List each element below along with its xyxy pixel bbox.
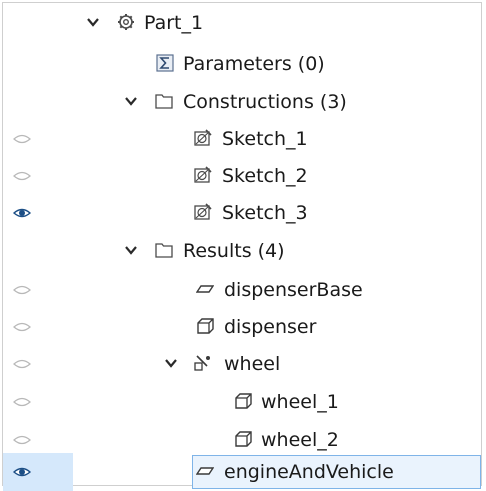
visibility-cell[interactable] — [3, 308, 73, 346]
chevron-down-icon[interactable] — [124, 95, 138, 107]
tree-row-parameters[interactable]: Parameters (0) — [3, 45, 481, 83]
tree-row-results[interactable]: Results (4) — [3, 232, 481, 270]
visibility-cell[interactable] — [3, 345, 73, 383]
chevron-down-icon[interactable] — [124, 244, 138, 256]
sketch-icon — [194, 166, 212, 183]
face-icon — [196, 467, 214, 475]
sketch-icon — [194, 203, 212, 220]
chevron-down-icon[interactable] — [164, 357, 178, 369]
tree-label-parameters: Parameters (0) — [183, 53, 325, 75]
tree-label-sketch-3: Sketch_3 — [222, 202, 308, 224]
tree-row-wheel-1[interactable]: wheel_1 — [3, 383, 481, 421]
tree-label-constructions: Constructions (3) — [183, 91, 347, 113]
eye-visible-icon[interactable] — [12, 207, 32, 219]
eye-hidden-icon[interactable] — [12, 321, 32, 333]
tree-row-sketch-1[interactable]: Sketch_1 — [3, 120, 481, 158]
visibility-cell[interactable] — [3, 194, 73, 232]
tree-row-sketch-2[interactable]: Sketch_2 — [3, 157, 481, 195]
solid-icon — [235, 393, 252, 409]
chevron-down-icon[interactable] — [86, 16, 100, 28]
folder-icon — [155, 94, 173, 109]
visibility-cell[interactable] — [3, 453, 73, 491]
sigma-icon — [156, 54, 174, 72]
solid-icon — [235, 431, 252, 447]
tree-row-dispenserbase[interactable]: dispenserBase — [3, 271, 481, 309]
tree-row-part[interactable]: Part_1 — [3, 4, 481, 42]
solid-icon — [197, 318, 214, 334]
gear-icon — [118, 14, 134, 30]
tree-row-sketch-3[interactable]: Sketch_3 — [3, 194, 481, 232]
eye-hidden-icon[interactable] — [12, 284, 32, 296]
tree-label-wheel-2: wheel_2 — [261, 429, 339, 451]
tree-label-part: Part_1 — [144, 12, 204, 34]
tree-row-wheel[interactable]: wheel — [3, 345, 481, 383]
visibility-cell[interactable] — [3, 383, 73, 421]
tree-label-wheel: wheel — [224, 353, 281, 375]
tree-label-dispenserbase: dispenserBase — [224, 279, 363, 301]
face-icon — [196, 285, 214, 293]
tree-label-sketch-1: Sketch_1 — [222, 128, 308, 150]
tree-label-sketch-2: Sketch_2 — [222, 165, 308, 187]
tree-label-dispenser: dispenser — [224, 316, 317, 338]
tree-row-engineandvehicle[interactable]: engineAndVehicle — [3, 453, 481, 491]
tree-label-wheel-1: wheel_1 — [261, 391, 339, 413]
visibility-cell[interactable] — [3, 157, 73, 195]
tree-label-results: Results (4) — [183, 240, 285, 262]
eye-hidden-icon[interactable] — [12, 434, 32, 446]
visibility-cell[interactable] — [3, 271, 73, 309]
folder-icon — [155, 243, 173, 258]
tree-label-engineandvehicle: engineAndVehicle — [224, 461, 394, 483]
eye-hidden-icon[interactable] — [12, 358, 32, 370]
sketch-icon — [194, 129, 212, 146]
eye-hidden-icon[interactable] — [12, 133, 32, 145]
eye-visible-icon[interactable] — [12, 466, 32, 478]
compsolid-icon — [194, 355, 210, 371]
tree-row-dispenser[interactable]: dispenser — [3, 308, 481, 346]
eye-hidden-icon[interactable] — [12, 396, 32, 408]
eye-hidden-icon[interactable] — [12, 170, 32, 182]
tree-row-constructions[interactable]: Constructions (3) — [3, 83, 481, 121]
visibility-cell[interactable] — [3, 120, 73, 158]
object-browser-tree: Part_1 Parameters (0) Constructions (3) — [2, 2, 482, 491]
